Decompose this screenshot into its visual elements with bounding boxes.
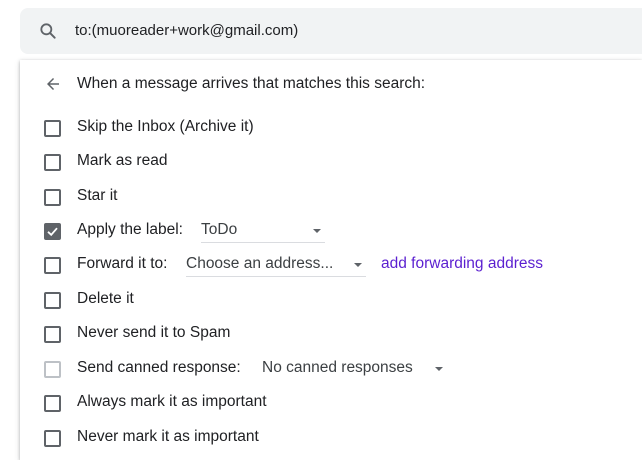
option-apply-label[interactable]: Apply the label: ToDo <box>20 216 630 246</box>
always-important-checkbox[interactable] <box>44 395 61 412</box>
star-it-checkbox[interactable] <box>44 189 61 206</box>
never-important-checkbox[interactable] <box>44 430 61 447</box>
option-never-spam[interactable]: Never send it to Spam <box>20 319 630 349</box>
option-never-important[interactable]: Never mark it as important <box>20 423 630 453</box>
option-skip-inbox[interactable]: Skip the Inbox (Archive it) <box>20 113 630 143</box>
never-spam-checkbox[interactable] <box>44 326 61 343</box>
apply-label-checkbox[interactable] <box>44 223 61 240</box>
canned-response-label: Send canned response: <box>77 359 241 376</box>
add-forwarding-address-link[interactable]: add forwarding address <box>381 255 543 273</box>
option-always-important[interactable]: Always mark it as important <box>20 388 630 418</box>
dropdown-arrow-icon <box>354 263 362 267</box>
skip-inbox-checkbox[interactable] <box>44 120 61 137</box>
search-icon[interactable] <box>38 21 58 41</box>
forward-it-checkbox[interactable] <box>44 257 61 274</box>
apply-label-label: Apply the label: <box>77 221 183 238</box>
mark-as-read-label: Mark as read <box>77 152 168 169</box>
filter-heading-row: When a message arrives that matches this… <box>20 60 620 108</box>
delete-it-checkbox[interactable] <box>44 292 61 309</box>
skip-inbox-label: Skip the Inbox (Archive it) <box>77 118 254 135</box>
checkmark-icon <box>47 227 58 237</box>
option-forward-it[interactable]: Forward it to: Choose an address... add … <box>20 250 630 280</box>
option-star-it[interactable]: Star it <box>20 182 630 212</box>
canned-response-checkbox[interactable] <box>44 361 61 378</box>
always-important-label: Always mark it as important <box>77 393 267 410</box>
canned-response-select[interactable]: No canned responses <box>262 358 447 380</box>
option-delete-it[interactable]: Delete it <box>20 285 630 315</box>
filter-heading: When a message arrives that matches this… <box>77 75 426 92</box>
forward-it-label: Forward it to: <box>77 255 168 272</box>
search-bar[interactable]: to:(muoreader+work@gmail.com) <box>20 8 642 54</box>
canned-response-value: No canned responses <box>262 359 413 376</box>
label-select[interactable]: ToDo <box>201 220 325 243</box>
dropdown-arrow-icon <box>435 367 443 371</box>
delete-it-label: Delete it <box>77 290 134 307</box>
option-canned-response[interactable]: Send canned response: No canned response… <box>20 354 630 384</box>
never-spam-label: Never send it to Spam <box>77 324 231 341</box>
dropdown-arrow-icon <box>313 229 321 233</box>
filter-actions-panel: When a message arrives that matches this… <box>20 60 642 460</box>
back-arrow-icon[interactable] <box>44 75 62 93</box>
forward-address-select[interactable]: Choose an address... <box>186 254 366 277</box>
mark-as-read-checkbox[interactable] <box>44 154 61 171</box>
option-mark-as-read[interactable]: Mark as read <box>20 147 630 177</box>
star-it-label: Star it <box>77 187 118 204</box>
never-important-label: Never mark it as important <box>77 428 259 445</box>
label-select-value: ToDo <box>201 221 238 238</box>
forward-address-value: Choose an address... <box>186 255 334 272</box>
search-query-text[interactable]: to:(muoreader+work@gmail.com) <box>75 22 298 39</box>
